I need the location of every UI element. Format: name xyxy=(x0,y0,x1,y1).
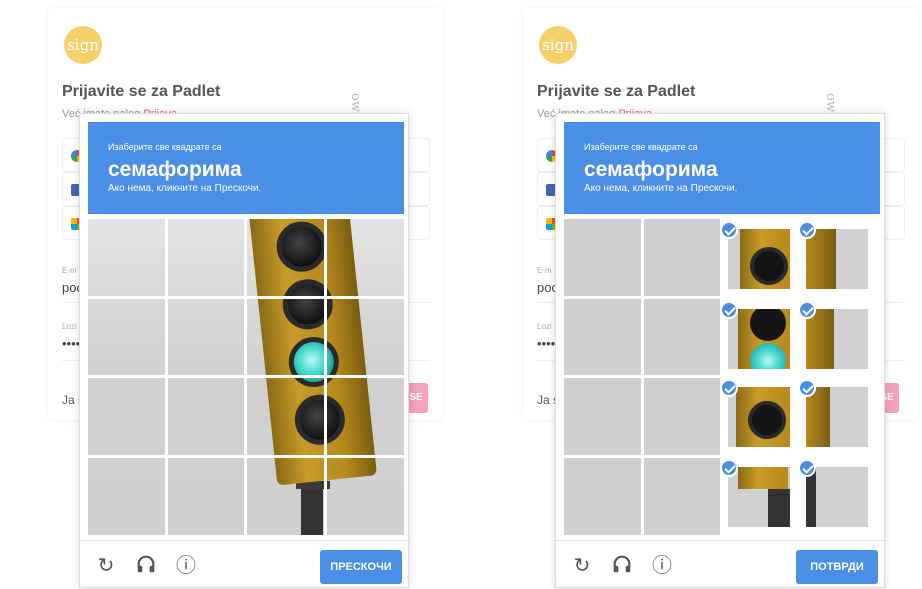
grid-line xyxy=(88,455,404,458)
captcha-image-grid[interactable] xyxy=(88,219,404,535)
padlet-logo: sign xyxy=(64,26,102,64)
grid-line xyxy=(88,375,404,378)
captcha-header: Изаберите све квадрате са семафорима Ако… xyxy=(88,122,404,214)
password-label: Lozi xyxy=(537,322,552,331)
checkmark-icon xyxy=(720,301,738,319)
checkmark-icon xyxy=(720,459,738,477)
captcha-tile[interactable] xyxy=(644,378,720,455)
checkmark-icon xyxy=(720,221,738,239)
headphones-icon[interactable] xyxy=(610,553,634,577)
captcha-footer: ↻ ⓘ ПРЕСКОЧИ xyxy=(80,540,410,589)
lamp xyxy=(292,392,348,448)
checkmark-icon xyxy=(798,221,816,239)
captcha-tile[interactable] xyxy=(564,378,641,455)
verify-button[interactable]: ПОТВРДИ xyxy=(796,550,878,584)
captcha-tile[interactable] xyxy=(644,458,720,535)
captcha-hint: Ако нема, кликните на Прескочи. xyxy=(584,183,738,194)
captcha-instruction: Изаберите све квадрате са xyxy=(584,142,698,152)
captcha-target: семафорима xyxy=(584,158,718,181)
info-icon[interactable]: ⓘ xyxy=(650,553,674,577)
right-panel: sign Prijavite se za Padlet Već imate na… xyxy=(461,0,922,588)
email-label: E-m xyxy=(537,266,552,275)
captcha-header: Изаберите све квадрате са семафорима Ако… xyxy=(564,122,880,214)
captcha-tile[interactable] xyxy=(564,299,641,375)
reload-icon[interactable]: ↻ xyxy=(570,553,594,577)
captcha-tile-selected[interactable] xyxy=(806,229,868,289)
captcha-tile-selected[interactable] xyxy=(806,387,868,447)
password-field[interactable]: •••• xyxy=(62,336,80,351)
checkmark-icon xyxy=(798,301,816,319)
captcha-tile-selected[interactable] xyxy=(728,309,790,369)
captcha-hint: Ако нема, кликните на Прескочи. xyxy=(108,183,262,194)
left-panel: sign Prijavite se za Padlet Već imate na… xyxy=(0,0,461,588)
skip-button[interactable]: ПРЕСКОЧИ xyxy=(320,550,402,584)
signup-title: Prijavite se za Padlet xyxy=(537,83,696,100)
captcha-target: семафорима xyxy=(108,158,242,181)
captcha-tile[interactable] xyxy=(564,219,641,296)
captcha-tile[interactable] xyxy=(644,299,720,375)
captcha-dialog: Изаберите све квадрате са семафорима Ако… xyxy=(555,113,886,589)
traffic-light-pole xyxy=(301,481,323,535)
checkmark-icon xyxy=(798,379,816,397)
captcha-footer: ↻ ⓘ ПОТВРДИ xyxy=(556,540,886,589)
captcha-image-grid[interactable] xyxy=(564,219,880,535)
lamp-green xyxy=(286,334,342,390)
captcha-tile-selected[interactable] xyxy=(728,229,790,289)
grid-line xyxy=(88,296,404,299)
captcha-tile[interactable] xyxy=(644,219,720,296)
checkmark-icon xyxy=(720,379,738,397)
info-icon[interactable]: ⓘ xyxy=(174,553,198,577)
padlet-logo: sign xyxy=(539,26,577,64)
password-field[interactable]: •••• xyxy=(537,336,555,351)
headphones-icon[interactable] xyxy=(134,553,158,577)
captcha-tile-selected[interactable] xyxy=(728,387,790,447)
password-label: Lozi xyxy=(62,322,77,331)
captcha-tile[interactable] xyxy=(564,458,641,535)
captcha-tile-selected[interactable] xyxy=(806,309,868,369)
captcha-dialog: Изаберите све квадрате са семафорима Ако… xyxy=(79,113,410,589)
email-label: E-m xyxy=(62,266,77,275)
captcha-tile-selected[interactable] xyxy=(728,467,790,527)
checkmark-icon xyxy=(798,459,816,477)
lamp xyxy=(274,219,330,275)
reload-icon[interactable]: ↻ xyxy=(94,553,118,577)
captcha-instruction: Изаберите све квадрате са xyxy=(108,142,222,152)
signup-title: Prijavite se za Padlet xyxy=(62,83,221,100)
captcha-tile-selected[interactable] xyxy=(806,467,868,527)
